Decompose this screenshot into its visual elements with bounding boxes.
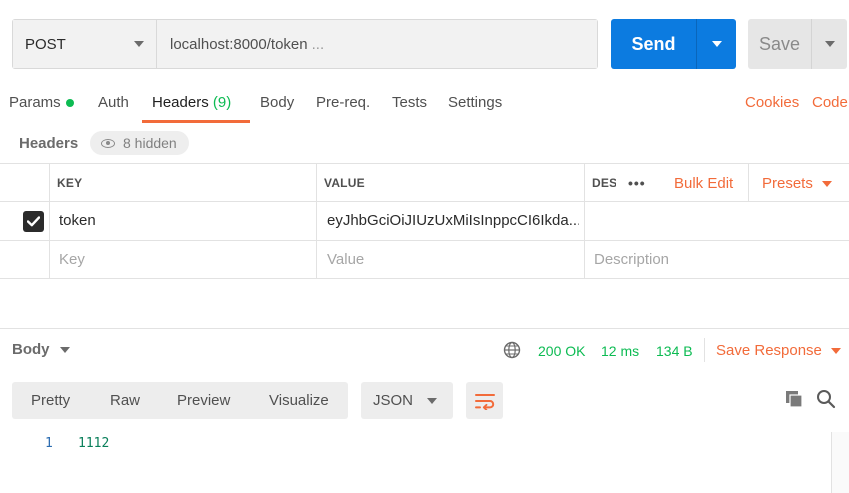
active-tab-indicator bbox=[142, 120, 250, 123]
eye-icon bbox=[101, 138, 115, 148]
hidden-headers-toggle[interactable]: 8 hidden bbox=[90, 131, 189, 155]
request-bar: POST localhost:8000/token ... bbox=[12, 19, 598, 69]
format-select[interactable]: JSON bbox=[361, 382, 453, 419]
table-row: token eyJhbGciOiJIUzUxMiIsInppcCI6Ikda..… bbox=[0, 202, 849, 241]
tab-headers[interactable]: Headers (9) bbox=[152, 94, 231, 111]
scrollbar[interactable] bbox=[831, 432, 849, 493]
column-divider bbox=[748, 164, 749, 202]
header-key-cell[interactable]: token bbox=[59, 212, 309, 229]
response-divider bbox=[0, 328, 849, 329]
tab-tests[interactable]: Tests bbox=[392, 94, 427, 111]
cookies-link[interactable]: Cookies bbox=[745, 94, 799, 111]
tab-settings[interactable]: Settings bbox=[448, 94, 502, 111]
chevron-down-icon bbox=[821, 180, 832, 187]
presets-label: Presets bbox=[762, 175, 813, 192]
table-header-row: KEY VALUE DES ••• Bulk Edit Presets bbox=[0, 164, 849, 202]
send-button-group: Send bbox=[611, 19, 736, 69]
line-number: 1 bbox=[45, 436, 53, 451]
response-view-tabs: Pretty Raw Preview Visualize bbox=[12, 382, 348, 419]
response-body-label: Body bbox=[12, 341, 50, 358]
chevron-down-icon bbox=[134, 41, 144, 47]
save-response-dropdown[interactable]: Save Response bbox=[716, 342, 841, 359]
column-divider bbox=[49, 164, 50, 241]
header-enabled-checkbox[interactable] bbox=[23, 211, 44, 232]
code-link[interactable]: Code bbox=[812, 94, 848, 111]
copy-icon[interactable] bbox=[784, 389, 804, 409]
headers-table: KEY VALUE DES ••• Bulk Edit Presets toke… bbox=[0, 163, 849, 279]
tab-headers-count: (9) bbox=[212, 94, 232, 111]
params-active-dot bbox=[65, 99, 74, 108]
chevron-down-icon bbox=[59, 346, 70, 353]
tab-headers-label: Headers bbox=[152, 94, 209, 111]
response-time[interactable]: 12 ms bbox=[601, 343, 639, 359]
bulk-edit-button[interactable]: Bulk Edit bbox=[674, 175, 733, 192]
status-badge[interactable]: 200 OK bbox=[538, 343, 585, 359]
method-select[interactable]: POST bbox=[13, 20, 157, 68]
save-button-group: Save bbox=[748, 19, 847, 69]
url-text: localhost:8000/token bbox=[170, 35, 308, 53]
new-key-input[interactable]: Key bbox=[59, 251, 85, 268]
response-size[interactable]: 134 B bbox=[656, 343, 693, 359]
wrap-lines-icon bbox=[474, 393, 495, 410]
column-divider bbox=[49, 241, 50, 279]
chevron-down-icon bbox=[824, 41, 835, 47]
save-button[interactable]: Save bbox=[748, 19, 812, 69]
tab-prereq[interactable]: Pre-req. bbox=[316, 94, 370, 111]
response-body-line: 1112 bbox=[78, 436, 110, 451]
presets-dropdown[interactable]: Presets bbox=[762, 175, 832, 192]
search-icon[interactable] bbox=[816, 389, 836, 409]
tab-preview[interactable]: Preview bbox=[177, 392, 230, 409]
headers-section-title: Headers bbox=[19, 135, 79, 152]
hidden-headers-label: 8 hidden bbox=[123, 135, 177, 151]
globe-icon[interactable] bbox=[503, 341, 521, 359]
tab-pretty[interactable]: Pretty bbox=[31, 392, 70, 409]
send-button[interactable]: Send bbox=[611, 19, 697, 69]
divider bbox=[704, 338, 705, 362]
table-row-new: Key Value Description bbox=[0, 241, 849, 279]
new-value-input[interactable]: Value bbox=[327, 251, 364, 268]
column-description-header: DES bbox=[592, 176, 616, 190]
checkmark-icon bbox=[27, 216, 40, 227]
response-body-dropdown[interactable]: Body bbox=[12, 341, 70, 358]
tab-raw[interactable]: Raw bbox=[110, 392, 140, 409]
wrap-lines-button[interactable] bbox=[466, 382, 503, 419]
chevron-down-icon bbox=[427, 397, 437, 404]
chevron-down-icon bbox=[711, 41, 722, 47]
tab-params-label: Params bbox=[9, 94, 61, 111]
tab-visualize[interactable]: Visualize bbox=[269, 392, 329, 409]
send-options-button[interactable] bbox=[697, 19, 736, 69]
tab-auth[interactable]: Auth bbox=[98, 94, 129, 111]
tab-params[interactable]: Params bbox=[9, 94, 74, 111]
chevron-down-icon bbox=[830, 347, 841, 354]
new-description-input[interactable]: Description bbox=[594, 251, 669, 268]
request-tabs: Params Auth Headers (9) Body Pre-req. Te… bbox=[0, 90, 849, 124]
tab-body[interactable]: Body bbox=[260, 94, 294, 111]
url-input[interactable]: localhost:8000/token ... bbox=[157, 20, 597, 68]
column-key-header: KEY bbox=[57, 176, 83, 190]
method-label: POST bbox=[25, 35, 66, 53]
header-value-cell[interactable]: eyJhbGciOiJIUzUxMiIsInppcCI6Ikda... bbox=[327, 212, 579, 229]
column-value-header: VALUE bbox=[324, 176, 365, 190]
save-response-label: Save Response bbox=[716, 342, 822, 359]
column-divider bbox=[316, 164, 317, 279]
save-options-button[interactable] bbox=[812, 19, 847, 69]
more-options-icon[interactable]: ••• bbox=[628, 175, 646, 191]
column-divider bbox=[584, 164, 585, 279]
format-label: JSON bbox=[373, 392, 414, 409]
url-ellipsis: ... bbox=[311, 35, 325, 53]
